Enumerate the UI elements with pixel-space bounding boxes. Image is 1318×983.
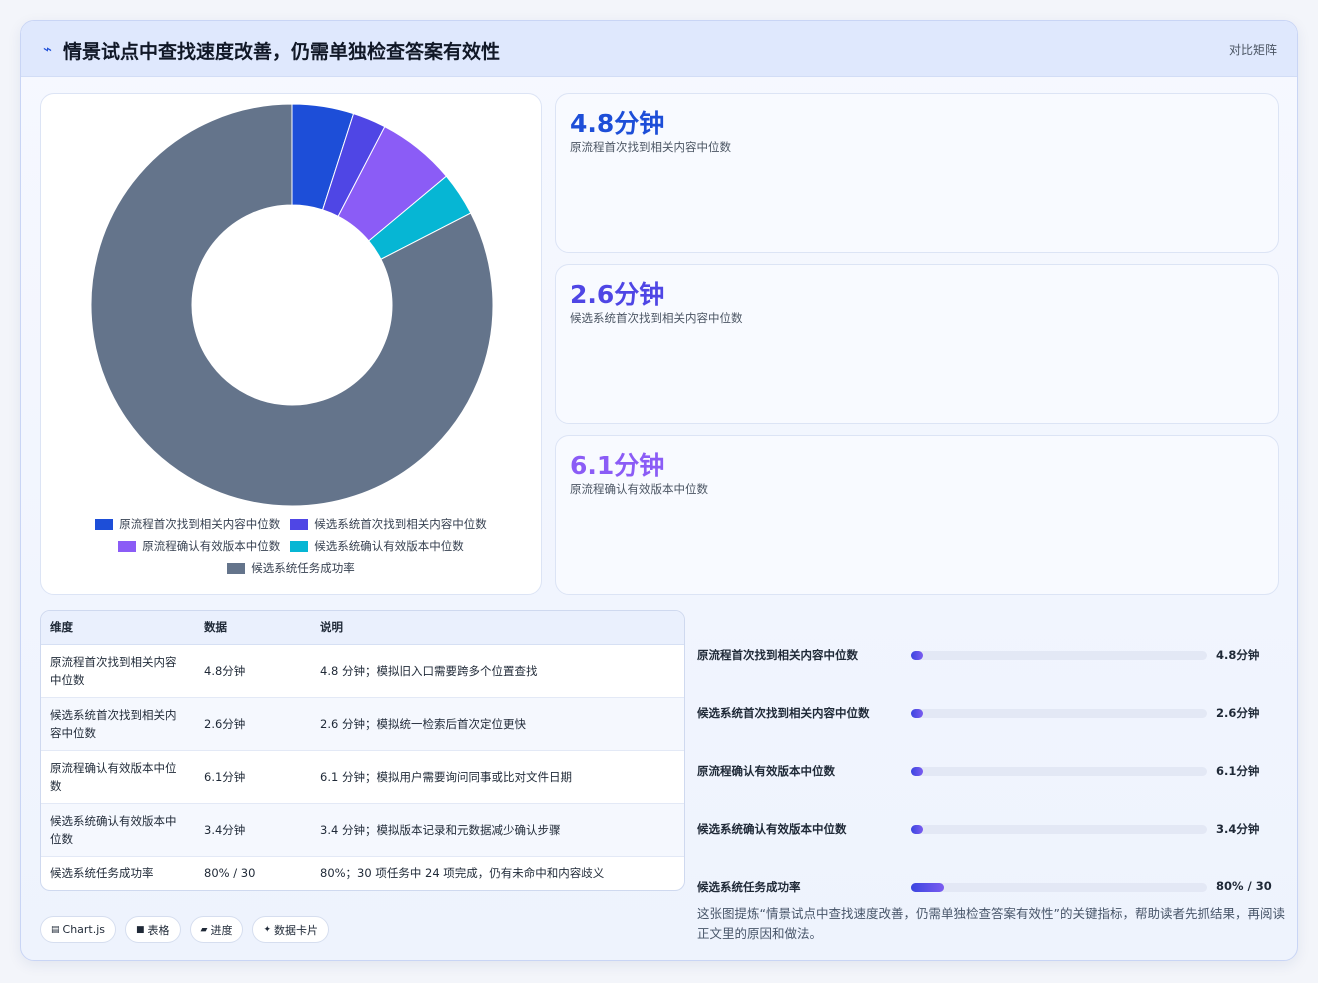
progress-track xyxy=(911,651,1207,660)
kpi-card-1: 4.8分钟 原流程首次找到相关内容中位数 xyxy=(555,93,1279,253)
progress-value: 3.4分钟 xyxy=(1216,822,1260,836)
column-header: 维度 xyxy=(41,611,195,645)
progress-fill xyxy=(911,709,923,718)
progress-row: 原流程确认有效版本中位数 6.1分钟 xyxy=(697,761,1287,781)
data-table: 维度 数据 说明 原流程首次找到相关内容中位数 4.8分钟 4.8 分钟；模拟旧… xyxy=(40,610,685,891)
progress-row: 原流程首次找到相关内容中位数 4.8分钟 xyxy=(697,645,1287,665)
legend-swatch xyxy=(95,518,114,530)
progress-label: 原流程确认有效版本中位数 xyxy=(697,764,835,778)
table-cell: 2.6 分钟；模拟统一检索后首次定位更快 xyxy=(320,716,526,731)
legend-swatch xyxy=(227,562,246,574)
table-header-row: 维度 数据 说明 xyxy=(41,611,684,645)
chip-data-cards[interactable]: ✦ 数据卡片 xyxy=(252,916,330,943)
progress-value: 80% / 30 xyxy=(1216,879,1272,893)
table-row: 候选系统任务成功率 80% / 30 80%；30 项任务中 24 项完成，仍有… xyxy=(41,856,684,890)
kpi-value: 4.8分钟 xyxy=(570,109,665,138)
legend-item[interactable]: 候选系统首次找到相关内容中位数 xyxy=(290,516,487,532)
chip-row: ▤ Chart.js ■ 表格 ▰ 进度 ✦ 数据卡片 xyxy=(40,916,330,943)
legend-item[interactable]: 原流程确认有效版本中位数 xyxy=(118,538,280,554)
table-row: 原流程首次找到相关内容中位数 4.8分钟 4.8 分钟；模拟旧入口需要跨多个位置… xyxy=(41,644,684,697)
legend-label: 候选系统确认有效版本中位数 xyxy=(314,539,464,553)
chip-label: 数据卡片 xyxy=(274,923,319,937)
sparkle-icon: ✦ xyxy=(263,924,272,935)
kpi-label: 原流程首次找到相关内容中位数 xyxy=(570,140,731,154)
view-badge: 对比矩阵 xyxy=(1228,43,1277,57)
progress-fill xyxy=(911,883,944,892)
progress-fill xyxy=(911,651,923,660)
legend-swatch xyxy=(290,540,309,552)
table-cell: 2.6分钟 xyxy=(204,716,246,731)
dashboard-card: ⌁ 情景试点中查找速度改善，仍需单独检查答案有效性 对比矩阵 原流程首次找到相关… xyxy=(20,20,1298,961)
progress-fill xyxy=(911,825,923,834)
table-cell: 候选系统首次找到相关内容中位数 xyxy=(50,707,177,740)
legend-row: 候选系统任务成功率 xyxy=(41,557,541,579)
chip-chartjs[interactable]: ▤ Chart.js xyxy=(40,916,117,943)
chip-label: 进度 xyxy=(210,923,233,937)
legend-label: 原流程首次找到相关内容中位数 xyxy=(119,517,281,531)
table-cell: 80%；30 项任务中 24 项完成，仍有未命中和内容歧义 xyxy=(320,866,605,881)
table-row: 候选系统确认有效版本中位数 3.4分钟 3.4 分钟；模拟版本记录和元数据减少确… xyxy=(41,803,684,856)
donut-chart-panel: 原流程首次找到相关内容中位数 候选系统首次找到相关内容中位数原流程确认有效版本中位… xyxy=(40,93,542,595)
legend-item[interactable]: 候选系统确认有效版本中位数 xyxy=(290,538,464,554)
page-title: 情景试点中查找速度改善，仍需单独检查答案有效性 xyxy=(63,41,501,63)
column-header: 说明 xyxy=(311,611,684,645)
legend-label: 原流程确认有效版本中位数 xyxy=(142,539,281,553)
table-row: 候选系统首次找到相关内容中位数 2.6分钟 2.6 分钟；模拟统一检索后首次定位… xyxy=(41,697,684,750)
progress-row: 候选系统确认有效版本中位数 3.4分钟 xyxy=(697,819,1287,839)
kpi-value: 6.1分钟 xyxy=(570,451,665,480)
legend-swatch xyxy=(118,540,137,552)
legend-swatch xyxy=(290,518,309,530)
progress-value: 2.6分钟 xyxy=(1216,706,1260,720)
legend-row: 原流程首次找到相关内容中位数 候选系统首次找到相关内容中位数 xyxy=(41,513,541,535)
trend-icon: ⌁ xyxy=(43,40,53,58)
table-cell: 80% / 30 xyxy=(204,866,256,881)
legend-item[interactable]: 原流程首次找到相关内容中位数 xyxy=(95,516,280,532)
progress-track xyxy=(911,767,1207,776)
kpi-card-3: 6.1分钟 原流程确认有效版本中位数 xyxy=(555,435,1279,595)
table-row: 原流程确认有效版本中位数 6.1分钟 6.1 分钟；模拟用户需要询问同事或比对文… xyxy=(41,750,684,803)
table-cell: 候选系统确认有效版本中位数 xyxy=(50,813,177,846)
legend-row: 原流程确认有效版本中位数 候选系统确认有效版本中位数 xyxy=(41,535,541,557)
progress-icon: ▰ xyxy=(200,924,208,935)
chip-label: 表格 xyxy=(147,923,170,937)
progress-value: 6.1分钟 xyxy=(1216,764,1260,778)
chart-icon: ▤ xyxy=(51,924,60,935)
chip-label: Chart.js xyxy=(62,923,106,936)
table-cell: 6.1 分钟；模拟用户需要询问同事或比对文件日期 xyxy=(320,769,572,784)
chip-progress[interactable]: ▰ 进度 xyxy=(189,916,244,943)
progress-track xyxy=(911,825,1207,834)
table-cell: 4.8 分钟；模拟旧入口需要跨多个位置查找 xyxy=(320,663,538,678)
chart-legend: 原流程首次找到相关内容中位数 候选系统首次找到相关内容中位数原流程确认有效版本中位… xyxy=(41,513,541,579)
kpi-label: 原流程确认有效版本中位数 xyxy=(570,482,708,496)
progress-fill xyxy=(911,767,923,776)
table-cell: 3.4分钟 xyxy=(204,822,246,837)
kpi-card-2: 2.6分钟 候选系统首次找到相关内容中位数 xyxy=(555,264,1279,424)
table-cell: 3.4 分钟；模拟版本记录和元数据减少确认步骤 xyxy=(320,822,561,837)
column-header: 数据 xyxy=(195,611,311,645)
donut-chart xyxy=(90,103,494,507)
kpi-value: 2.6分钟 xyxy=(570,280,665,309)
legend-label: 候选系统首次找到相关内容中位数 xyxy=(314,517,487,531)
legend-item[interactable]: 候选系统任务成功率 xyxy=(227,560,355,576)
caption-text: 这张图提炼“情景试点中查找速度改善，仍需单独检查答案有效性”的关键指标，帮助读者… xyxy=(697,906,1285,941)
progress-label: 候选系统首次找到相关内容中位数 xyxy=(697,706,870,720)
chip-table[interactable]: ■ 表格 xyxy=(125,916,181,943)
kpi-label: 候选系统首次找到相关内容中位数 xyxy=(570,311,743,325)
progress-row: 候选系统任务成功率 80% / 30 xyxy=(697,877,1287,897)
progress-track xyxy=(911,709,1207,718)
legend-label: 候选系统任务成功率 xyxy=(251,561,355,575)
table-cell: 候选系统任务成功率 xyxy=(50,866,154,881)
table-cell: 6.1分钟 xyxy=(204,769,246,784)
progress-value: 4.8分钟 xyxy=(1216,648,1260,662)
progress-label: 原流程首次找到相关内容中位数 xyxy=(697,648,858,662)
table-icon: ■ xyxy=(136,924,145,935)
table-cell: 原流程首次找到相关内容中位数 xyxy=(50,654,177,687)
progress-label: 候选系统任务成功率 xyxy=(697,880,801,894)
card-header: ⌁ 情景试点中查找速度改善，仍需单独检查答案有效性 对比矩阵 xyxy=(21,21,1297,77)
progress-label: 候选系统确认有效版本中位数 xyxy=(697,822,847,836)
table-cell: 原流程确认有效版本中位数 xyxy=(50,760,177,793)
table-cell: 4.8分钟 xyxy=(204,663,246,678)
progress-track xyxy=(911,883,1207,892)
progress-row: 候选系统首次找到相关内容中位数 2.6分钟 xyxy=(697,703,1287,723)
